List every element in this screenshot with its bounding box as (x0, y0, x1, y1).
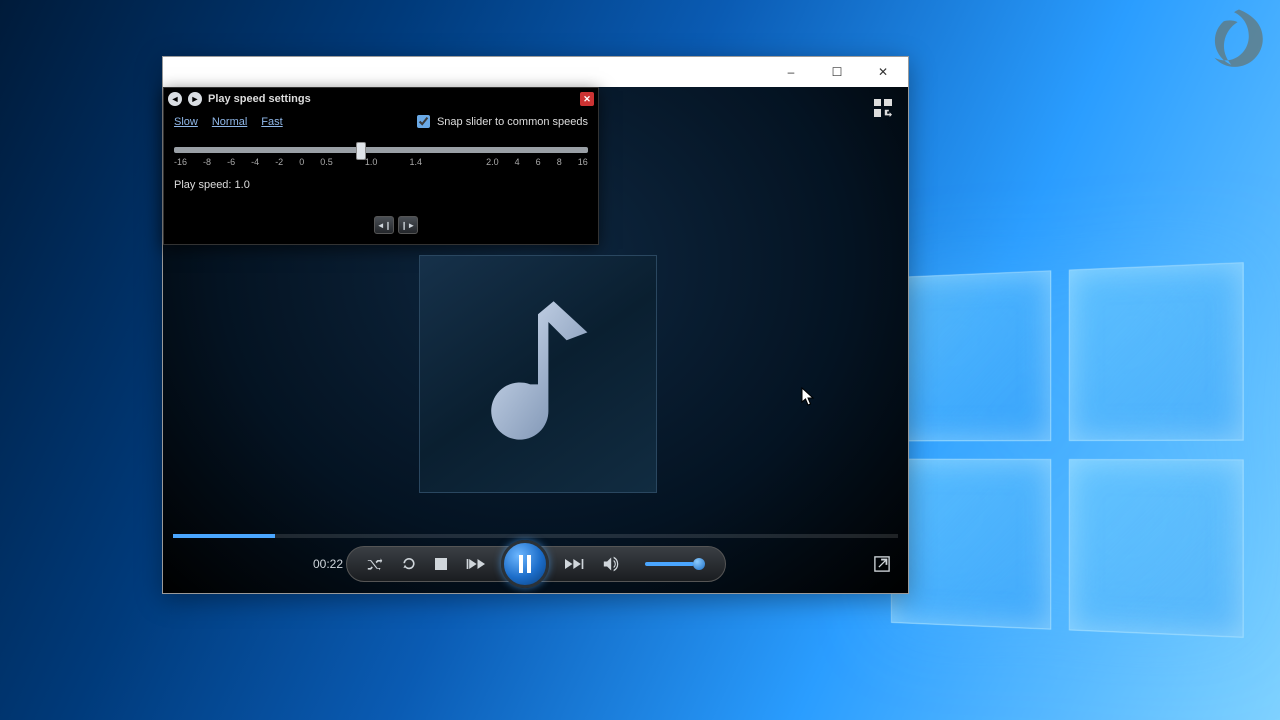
desktop-background: – ☐ ✕ ◄ ► Play speed settings ✕ (0, 0, 1280, 720)
play-pause-button[interactable] (501, 540, 549, 588)
windows-logo-wallpaper (891, 262, 1244, 638)
music-note-icon (473, 294, 603, 454)
playback-controls: 00:22 (163, 545, 908, 583)
dragon-watermark-icon (1204, 6, 1274, 76)
now-playing-area: ◄ ► Play speed settings ✕ Slow Normal Fa… (163, 87, 908, 593)
speed-slow-link[interactable]: Slow (174, 116, 198, 128)
switch-to-library-icon[interactable] (874, 99, 892, 117)
previous-frame-button[interactable]: ◄❙ (374, 216, 394, 234)
speed-slider[interactable] (174, 147, 588, 153)
snap-slider-label: Snap slider to common speeds (437, 116, 588, 128)
popup-title: Play speed settings (208, 93, 311, 105)
volume-slider-thumb[interactable] (693, 558, 705, 570)
volume-slider[interactable] (645, 562, 705, 566)
next-enhancement-icon[interactable]: ► (188, 92, 202, 106)
speed-slider-thumb[interactable] (356, 142, 366, 160)
speed-normal-link[interactable]: Normal (212, 116, 247, 128)
maximize-button[interactable]: ☐ (814, 57, 860, 87)
stop-button[interactable] (435, 558, 447, 570)
mouse-cursor-icon (801, 387, 815, 407)
minimize-button[interactable]: – (768, 57, 814, 87)
current-speed-label: Play speed: 1.0 (164, 167, 598, 191)
play-speed-settings-panel: ◄ ► Play speed settings ✕ Slow Normal Fa… (163, 87, 599, 245)
speed-slider-ticks: -16-8-6-4-200.51.01.42.046816 (174, 157, 588, 167)
seek-bar-fill (173, 534, 275, 538)
mute-button[interactable] (603, 556, 621, 572)
close-button[interactable]: ✕ (860, 57, 906, 87)
popup-close-icon[interactable]: ✕ (580, 92, 594, 106)
window-titlebar[interactable]: – ☐ ✕ (163, 57, 908, 87)
shuffle-button[interactable] (367, 557, 383, 571)
fullscreen-button[interactable] (874, 556, 890, 572)
repeat-button[interactable] (401, 556, 417, 572)
snap-slider-checkbox[interactable]: Snap slider to common speeds (413, 112, 588, 131)
seek-bar[interactable] (173, 534, 898, 538)
elapsed-time: 00:22 (313, 557, 343, 571)
album-art-placeholder (419, 255, 657, 493)
next-track-button[interactable] (565, 557, 585, 571)
media-player-window: – ☐ ✕ ◄ ► Play speed settings ✕ (162, 56, 909, 594)
next-frame-button[interactable]: ❙► (398, 216, 418, 234)
prev-enhancement-icon[interactable]: ◄ (168, 92, 182, 106)
speed-fast-link[interactable]: Fast (261, 116, 282, 128)
previous-track-button[interactable] (465, 557, 485, 571)
